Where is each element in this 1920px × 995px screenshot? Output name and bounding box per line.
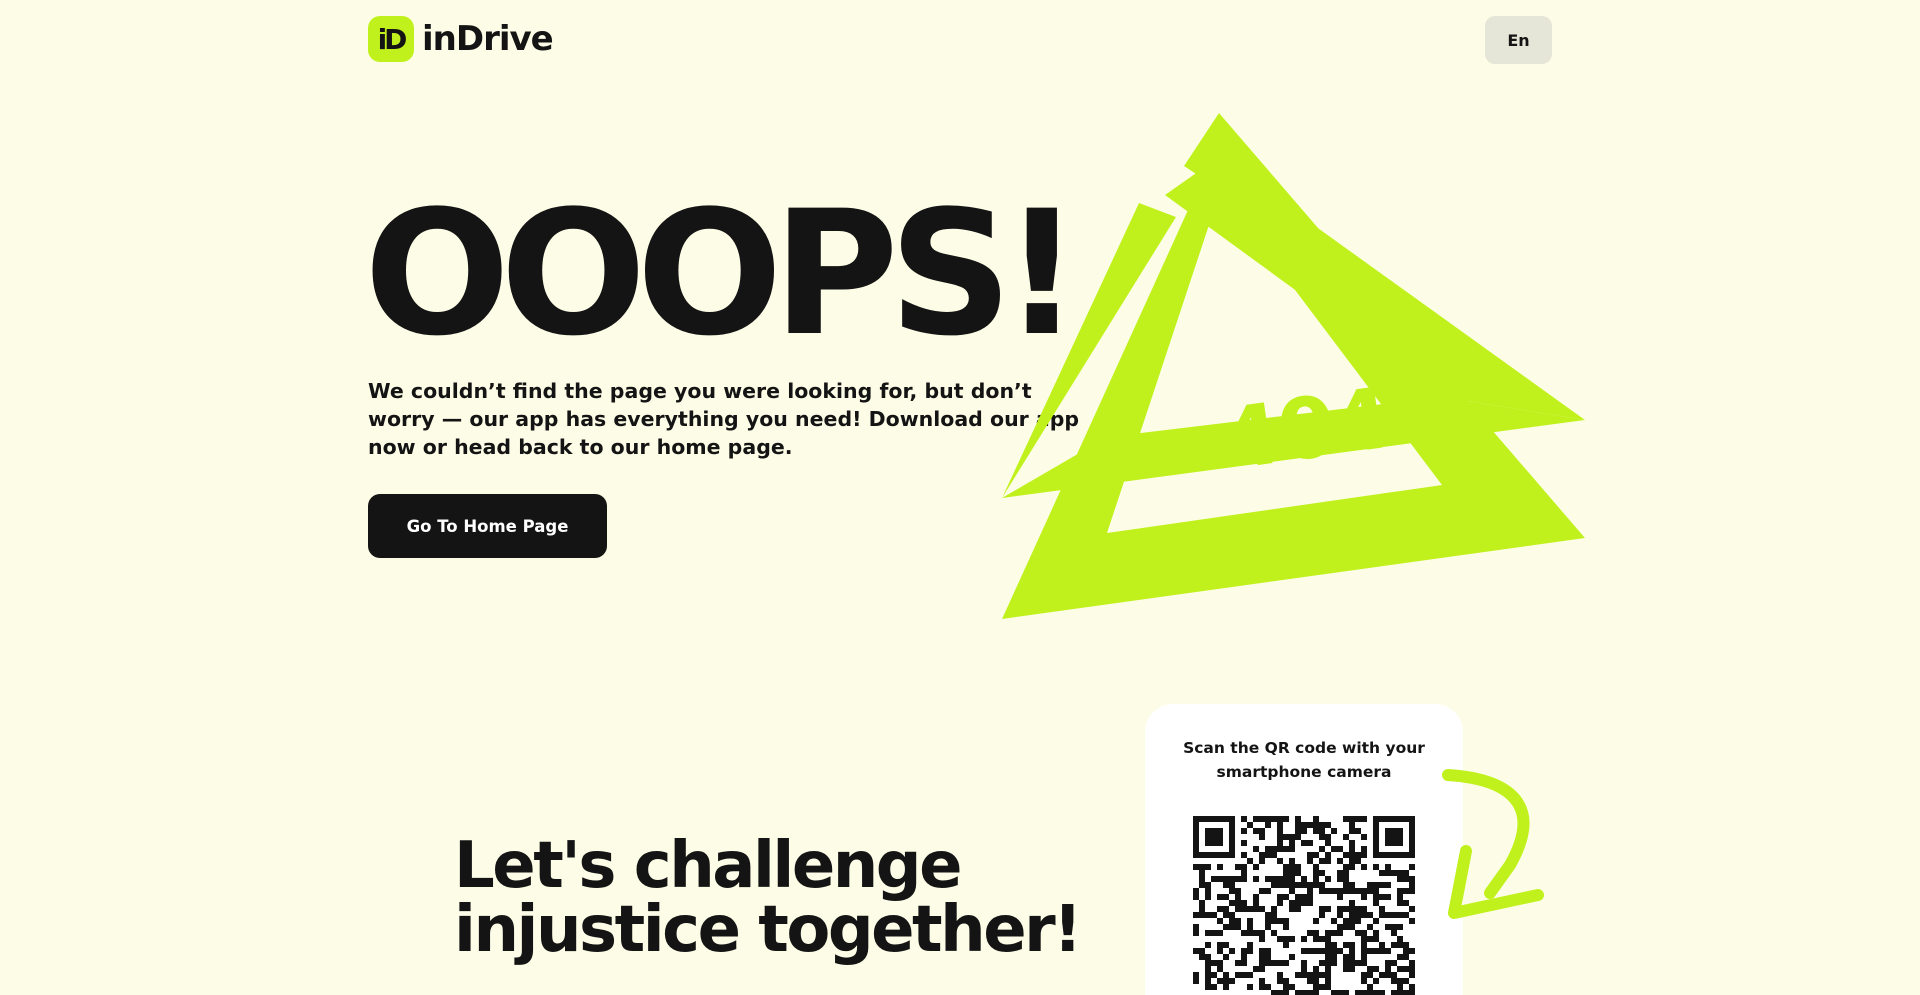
- challenge-line-1: Let's challenge: [454, 829, 963, 903]
- logo[interactable]: iD inDrive: [368, 16, 554, 62]
- logo-mark-icon: iD: [368, 16, 414, 62]
- challenge-line-2: injustice together!: [454, 893, 1082, 967]
- triangle-404-graphic: 404: [1002, 113, 1585, 619]
- logo-text: inDrive: [422, 19, 554, 59]
- qr-caption: Scan the QR code with your smartphone ca…: [1183, 739, 1425, 781]
- qr-card: Scan the QR code with your smartphone ca…: [1145, 704, 1463, 995]
- language-button[interactable]: En: [1485, 16, 1552, 64]
- challenge-heading: Let's challenge injustice together!: [454, 834, 1082, 962]
- go-home-button[interactable]: Go To Home Page: [368, 494, 607, 558]
- error-code-404: 404: [1216, 369, 1394, 489]
- curved-arrow-icon: [1442, 769, 1544, 919]
- qr-code-icon[interactable]: [1193, 816, 1415, 995]
- page-root: iD inDrive En OOOPS! We couldn’t find th…: [0, 0, 1920, 995]
